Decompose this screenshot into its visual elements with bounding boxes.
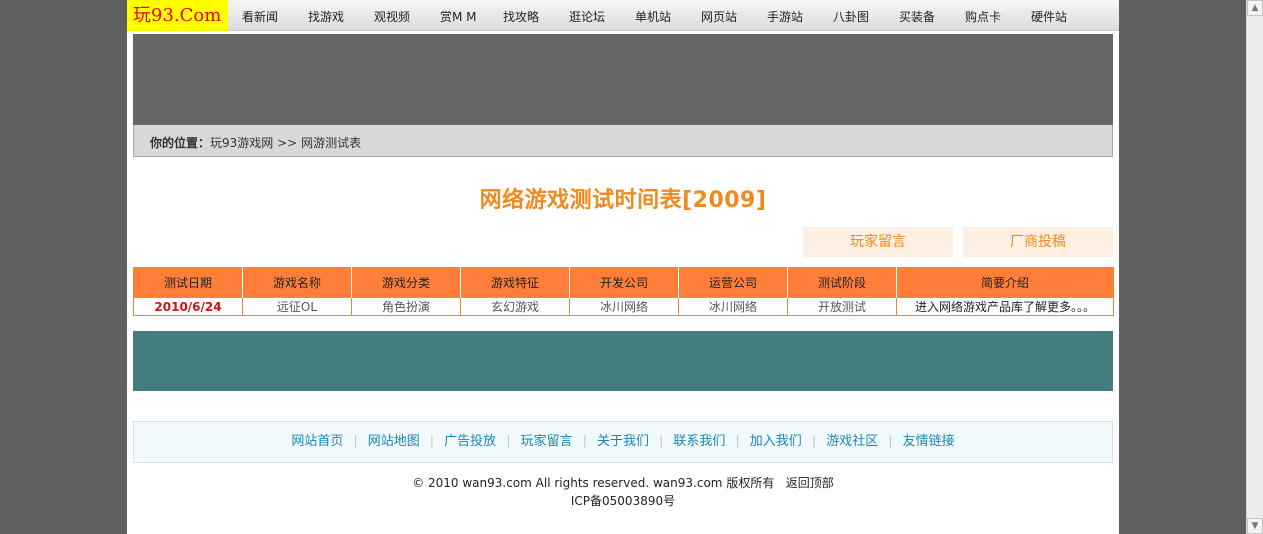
page-title: 网络游戏测试时间表[2009] [479, 188, 767, 213]
footer-links: 网站首页 | 网站地图 | 广告投放 | 玩家留言 | 关于我们 | 联系我们 | 加入我们 | 游戏社区 |… [133, 421, 1113, 463]
breadcrumb-home-link[interactable]: 玩93游戏网 [210, 136, 273, 150]
nav-item-buy-gear[interactable]: 买装备 [899, 0, 935, 31]
scroll-up-icon[interactable]: ▲ [1247, 0, 1263, 16]
footer-separator: | [811, 434, 817, 449]
column-header-feature: 游戏特征 [460, 267, 570, 298]
copyright-site-link[interactable]: wan93.com [653, 476, 723, 490]
player-message-button[interactable]: 玩家留言 [803, 227, 953, 257]
column-header-game-name: 游戏名称 [242, 267, 352, 298]
footer-link-contact[interactable]: 联系我们 [673, 434, 725, 449]
footer-link-home[interactable]: 网站首页 [291, 434, 343, 449]
scroll-down-icon[interactable]: ▼ [1247, 518, 1263, 534]
banner-area [133, 34, 1113, 125]
footer-link-sitemap[interactable]: 网站地图 [368, 434, 420, 449]
nav-item-forum[interactable]: 逛论坛 [569, 0, 605, 31]
footer-link-player-message[interactable]: 玩家留言 [521, 434, 573, 449]
column-header-developer: 开发公司 [569, 267, 679, 298]
breadcrumb-bar: 你的位置：玩93游戏网 >> 网游测试表 [133, 125, 1113, 157]
footer-link-about[interactable]: 关于我们 [597, 434, 649, 449]
cell-game-name[interactable]: 远征OL [242, 297, 352, 316]
footer-separator: | [582, 434, 587, 449]
site-logo[interactable]: 玩93.Com [127, 0, 228, 31]
footer-link-community[interactable]: 游戏社区 [826, 434, 878, 449]
column-header-test-stage: 测试阶段 [787, 267, 897, 298]
footer-separator: | [888, 434, 893, 449]
breadcrumb-current: 网游测试表 [301, 136, 362, 150]
cell-intro-link[interactable]: 进入网络游戏产品库了解更多。。。 [896, 297, 1114, 316]
column-header-operator: 运营公司 [678, 267, 788, 298]
copyright-text: © 2010 wan93.com All rights reserved. [412, 476, 650, 490]
page-container: 玩93.Com 看新闻 找游戏 观视频 赏M M 找攻略 逛论坛 单机站 网页站… [127, 0, 1119, 534]
breadcrumb-separator: >> [277, 136, 298, 150]
icp-license: ICP备05003890号 [570, 494, 676, 508]
cell-test-date: 2010/6/24 [133, 297, 243, 316]
footer-link-join[interactable]: 加入我们 [750, 434, 802, 449]
vertical-scrollbar[interactable]: ▲ ▼ [1246, 0, 1263, 534]
cell-developer: 冰川网络 [569, 297, 679, 316]
nav-item-games[interactable]: 找游戏 [308, 0, 344, 31]
copyright-rights: 版权所有 [726, 476, 775, 490]
nav-item-hardware[interactable]: 硬件站 [1031, 0, 1067, 31]
cell-category: 角色扮演 [351, 297, 461, 316]
copyright-line: © 2010 wan93.com All rights reserved. wa… [127, 474, 1119, 491]
footer-separator: | [353, 434, 358, 449]
nav-item-mm[interactable]: 赏M M [440, 0, 477, 31]
footer-separator: | [735, 434, 740, 449]
table-header-row: 测试日期 游戏名称 游戏分类 游戏特征 开发公司 运营公司 测试阶段 简要介绍 [133, 267, 1114, 298]
footer-separator: | [659, 434, 664, 449]
column-header-test-date: 测试日期 [133, 267, 243, 298]
vendor-submit-button[interactable]: 厂商投稿 [963, 227, 1113, 257]
footer-separator: | [506, 434, 511, 449]
nav-item-news[interactable]: 看新闻 [242, 0, 278, 31]
nav-item-guides[interactable]: 找攻略 [503, 0, 539, 31]
top-nav: 玩93.Com 看新闻 找游戏 观视频 赏M M 找攻略 逛论坛 单机站 网页站… [127, 0, 1119, 31]
cell-test-stage: 开放测试 [787, 297, 897, 316]
back-to-top-link[interactable]: 返回顶部 [786, 476, 834, 490]
nav-item-point-cards[interactable]: 购点卡 [965, 0, 1001, 31]
footer-separator: | [429, 434, 435, 449]
nav-item-gossip[interactable]: 八卦图 [833, 0, 869, 31]
column-header-category: 游戏分类 [351, 267, 461, 298]
nav-item-mobile-games[interactable]: 手游站 [767, 0, 803, 31]
breadcrumb: 你的位置：玩93游戏网 >> 网游测试表 [150, 134, 361, 151]
cell-feature: 玄幻游戏 [460, 297, 570, 316]
table-row: 2010/6/24 远征OL 角色扮演 玄幻游戏 冰川网络 冰川网络 开放测试 … [133, 297, 1114, 316]
nav-item-web-games[interactable]: 网页站 [701, 0, 737, 31]
footer-link-advertise[interactable]: 广告投放 [444, 434, 496, 449]
test-schedule-table: 测试日期 游戏名称 游戏分类 游戏特征 开发公司 运营公司 测试阶段 简要介绍 … [133, 267, 1114, 316]
cell-operator: 冰川网络 [678, 297, 788, 316]
nav-item-videos[interactable]: 观视频 [374, 0, 410, 31]
breadcrumb-label: 你的位置： [150, 136, 211, 150]
column-header-intro: 简要介绍 [896, 267, 1114, 298]
nav-item-single-player[interactable]: 单机站 [635, 0, 671, 31]
ad-block [133, 331, 1113, 391]
footer-link-friends[interactable]: 友情链接 [903, 434, 955, 449]
